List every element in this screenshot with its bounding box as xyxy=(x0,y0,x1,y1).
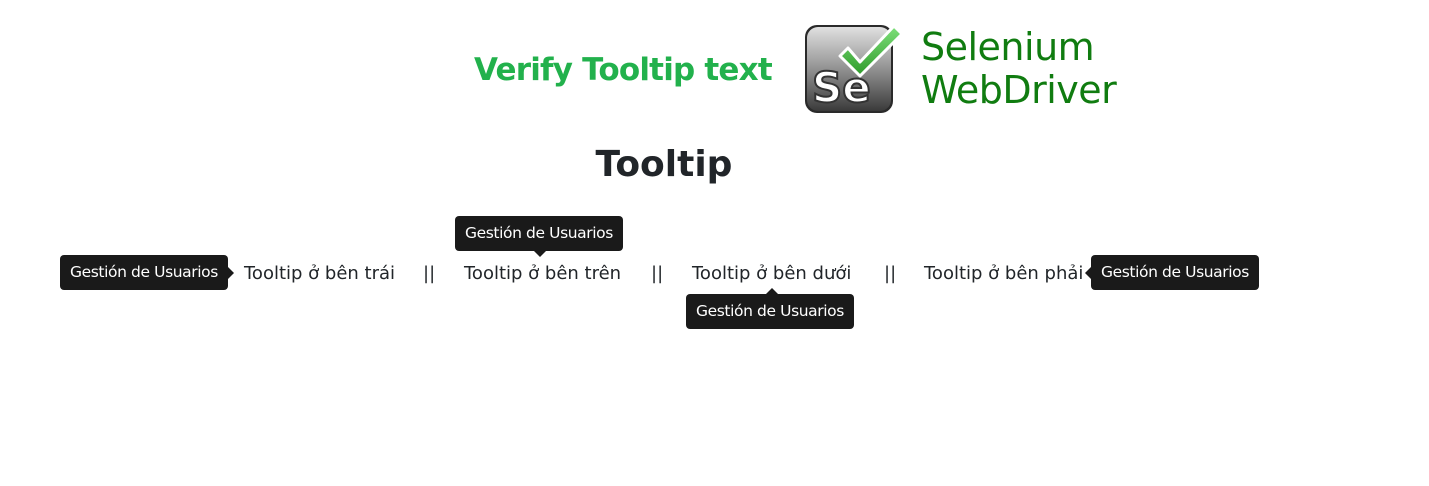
tooltip-left: Gestión de Usuarios xyxy=(60,255,234,290)
tooltip-bottom-link[interactable]: Tooltip ở bên dưới xyxy=(692,263,851,284)
logo-text-line2: WebDriver xyxy=(921,68,1117,112)
tooltip-bottom: Gestión de Usuarios xyxy=(686,288,854,329)
selenium-logo-icon: Se xyxy=(802,22,906,118)
separator: || xyxy=(651,263,664,284)
logo-text: Selenium WebDriver xyxy=(921,25,1117,112)
tooltip-right-link[interactable]: Tooltip ở bên phải xyxy=(924,263,1083,284)
separator: || xyxy=(884,263,897,284)
logo-text-line1: Selenium xyxy=(921,25,1095,69)
banner-title: Verify Tooltip text xyxy=(474,52,773,88)
tooltip-top-link[interactable]: Tooltip ở bên trên xyxy=(464,263,621,284)
tooltip-left-link[interactable]: Tooltip ở bên trái xyxy=(244,263,395,284)
page-title: Tooltip xyxy=(595,144,733,185)
separator: || xyxy=(423,263,436,284)
tooltip-right: Gestión de Usuarios xyxy=(1085,255,1259,290)
tooltip-top: Gestión de Usuarios xyxy=(455,216,623,257)
